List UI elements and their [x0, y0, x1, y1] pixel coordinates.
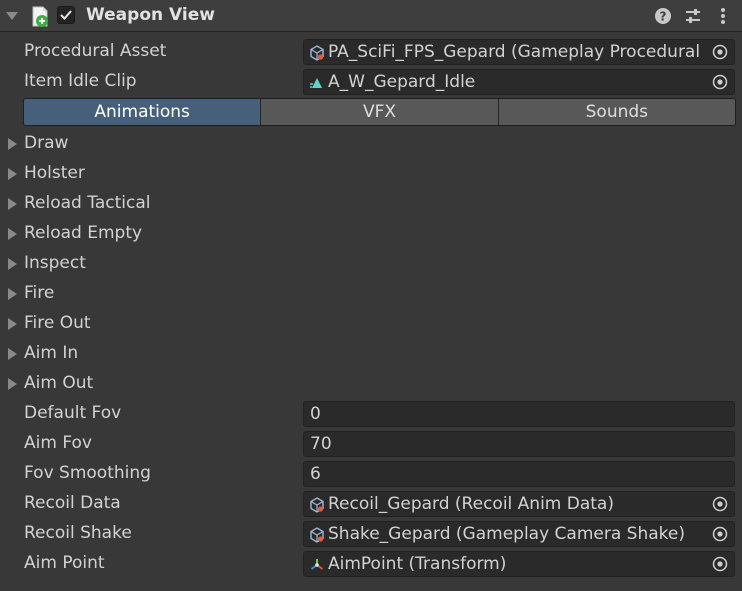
recoil-data-label: Recoil Data	[24, 493, 121, 513]
presets-icon[interactable]	[684, 7, 702, 25]
default-fov-field[interactable]: 0	[303, 401, 735, 427]
aim-fov-label: Aim Fov	[24, 433, 92, 453]
foldout-arrow-icon[interactable]	[8, 378, 17, 390]
collapse-arrow-icon[interactable]	[6, 12, 18, 20]
foldout-reload-tactical[interactable]: Reload Tactical	[24, 193, 150, 213]
enabled-checkbox[interactable]	[57, 6, 75, 24]
aim-fov-value: 70	[310, 434, 332, 454]
checkmark-icon	[60, 10, 72, 20]
scriptable-object-icon	[310, 527, 324, 543]
tab-bar: Animations VFX Sounds	[23, 98, 736, 126]
object-picker-icon[interactable]	[712, 556, 728, 572]
aim-point-field[interactable]: AimPoint (Transform)	[303, 551, 735, 577]
foldout-arrow-icon[interactable]	[8, 348, 17, 360]
fov-smoothing-field[interactable]: 6	[303, 461, 735, 487]
item-idle-clip-value: A_W_Gepard_Idle	[328, 72, 476, 92]
component-title: Weapon View	[86, 5, 215, 25]
tab-vfx[interactable]: VFX	[261, 99, 499, 125]
scriptable-object-icon	[310, 497, 324, 513]
recoil-data-field[interactable]: Recoil_Gepard (Recoil Anim Data)	[303, 491, 735, 517]
scriptable-object-icon	[310, 45, 324, 61]
recoil-shake-field[interactable]: Shake_Gepard (Gameplay Camera Shake)	[303, 521, 735, 547]
foldout-aim-out[interactable]: Aim Out	[24, 373, 93, 393]
tab-animations[interactable]: Animations	[24, 99, 262, 125]
foldout-arrow-icon[interactable]	[8, 288, 17, 300]
object-picker-icon[interactable]	[712, 44, 728, 60]
foldout-arrow-icon[interactable]	[8, 138, 17, 150]
item-idle-clip-field[interactable]: A_W_Gepard_Idle	[303, 69, 735, 95]
foldout-holster[interactable]: Holster	[24, 163, 85, 183]
procedural-asset-value: PA_SciFi_FPS_Gepard (Gameplay Procedural	[328, 42, 701, 62]
foldout-arrow-icon[interactable]	[8, 198, 17, 210]
fov-smoothing-label: Fov Smoothing	[24, 463, 151, 483]
help-icon[interactable]: ?	[654, 7, 672, 25]
aim-point-label: Aim Point	[24, 553, 105, 573]
foldout-arrow-icon[interactable]	[8, 258, 17, 270]
foldout-arrow-icon[interactable]	[8, 228, 17, 240]
recoil-shake-label: Recoil Shake	[24, 523, 132, 543]
foldout-fire-out[interactable]: Fire Out	[24, 313, 91, 333]
component-header: Weapon View ?	[0, 0, 742, 32]
foldout-aim-in[interactable]: Aim In	[24, 343, 78, 363]
animation-clip-icon	[310, 78, 322, 88]
default-fov-label: Default Fov	[24, 403, 122, 423]
foldout-arrow-icon[interactable]	[8, 168, 17, 180]
svg-text:?: ?	[660, 10, 667, 24]
tab-sounds[interactable]: Sounds	[498, 99, 735, 125]
transform-icon	[310, 559, 324, 570]
foldout-reload-empty[interactable]: Reload Empty	[24, 223, 142, 243]
object-picker-icon[interactable]	[712, 74, 728, 90]
recoil-data-value: Recoil_Gepard (Recoil Anim Data)	[328, 494, 614, 514]
default-fov-value: 0	[310, 404, 321, 424]
script-icon	[32, 6, 48, 27]
item-idle-clip-label: Item Idle Clip	[24, 71, 137, 91]
object-picker-icon[interactable]	[712, 526, 728, 542]
recoil-shake-value: Shake_Gepard (Gameplay Camera Shake)	[328, 524, 685, 544]
foldout-arrow-icon[interactable]	[8, 318, 17, 330]
more-options-icon[interactable]	[714, 7, 732, 25]
object-picker-icon[interactable]	[712, 496, 728, 512]
aim-point-value: AimPoint (Transform)	[328, 554, 507, 574]
foldout-inspect[interactable]: Inspect	[24, 253, 86, 273]
procedural-asset-field[interactable]: PA_SciFi_FPS_Gepard (Gameplay Procedural	[303, 39, 735, 65]
aim-fov-field[interactable]: 70	[303, 431, 735, 457]
foldout-draw[interactable]: Draw	[24, 133, 68, 153]
fov-smoothing-value: 6	[310, 464, 321, 484]
procedural-asset-label: Procedural Asset	[24, 41, 167, 61]
foldout-fire[interactable]: Fire	[24, 283, 54, 303]
